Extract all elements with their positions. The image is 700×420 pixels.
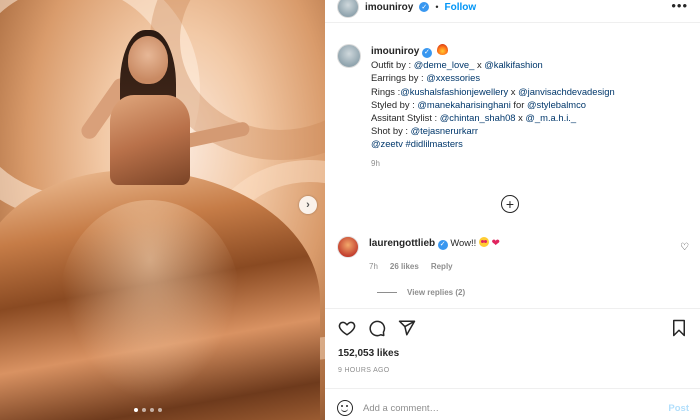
caption-mention-link[interactable]: @chintan_shah08 — [440, 112, 516, 123]
add-comment-bar: Post — [337, 398, 689, 418]
posted-time: 9 HOURS AGO — [338, 367, 390, 374]
caption-mention-link[interactable]: @kalkifashion — [484, 59, 543, 70]
caption-line: Rings :@kushalsfashionjewellery x @janvi… — [371, 85, 615, 98]
model-torso — [110, 95, 190, 185]
caption-mention-link[interactable]: @_m.a.h.i._ — [525, 112, 576, 123]
header-separator: • — [435, 2, 439, 12]
caption-line-prefix: Outfit by : — [371, 59, 414, 71]
caption-mention-link[interactable]: #didlilmasters — [406, 138, 463, 149]
carousel-dot — [134, 408, 138, 412]
caption-line: Styled by : @manekaharisinghani for @sty… — [371, 98, 615, 111]
avatar[interactable] — [337, 236, 359, 258]
post-image[interactable]: › — [0, 0, 325, 420]
view-replies-line — [377, 292, 397, 293]
caption-username[interactable]: imouniroy — [371, 46, 419, 57]
comment-item: laurengottlieb ✓ Wow!! ❤ 7h 26 likes Rep… — [337, 236, 689, 273]
caption-line-prefix: Rings : — [371, 85, 401, 97]
caption-mention-link[interactable]: @manekaharisinghani — [417, 99, 510, 110]
caption-joiner: for — [510, 98, 527, 110]
caption-joiner: x — [474, 59, 485, 71]
comment-likes[interactable]: 26 likes — [390, 260, 419, 273]
caption-line-prefix: Styled by : — [371, 98, 418, 110]
caption-mention-link[interactable]: @janvisachdevadesign — [518, 86, 615, 97]
caption-line-prefix: Assitant Stylist : — [371, 112, 440, 124]
caption-line: Assitant Stylist : @chintan_shah08 x @_m… — [371, 111, 615, 124]
post-actions — [337, 318, 689, 338]
heart-outline-icon[interactable]: ♡ — [680, 242, 689, 253]
caption-joiner: x — [508, 85, 519, 97]
verified-badge-icon: ✓ — [421, 47, 432, 58]
caption-line-prefix: Earrings by : — [371, 72, 427, 84]
caption-line: Outfit by : @deme_love_ x @kalkifashion — [371, 58, 615, 71]
caption-line-prefix: Shot by : — [371, 125, 411, 137]
post-caption: imouniroy ✓ Outfit by : @deme_love_ x @k… — [337, 44, 687, 170]
post-header: imouniroy ✓ • Follow — [337, 0, 476, 18]
verified-badge-icon: ✓ — [419, 2, 430, 12]
follow-button[interactable]: Follow — [445, 2, 477, 13]
actions-divider — [325, 308, 700, 309]
comment-meta: 7h 26 likes Reply — [369, 260, 500, 273]
more-horizontal-icon[interactable]: ••• — [671, 0, 688, 13]
header-username[interactable]: imouniroy — [365, 2, 413, 13]
carousel-dots — [134, 408, 162, 412]
fire-emoji-icon — [436, 44, 448, 55]
heart-eyes-emoji-icon — [478, 237, 489, 247]
caption-mention-link[interactable]: @xxessories — [426, 72, 480, 83]
header-divider — [325, 22, 700, 23]
emoji-picker-icon[interactable] — [337, 400, 353, 416]
bookmark-icon[interactable] — [669, 318, 689, 338]
view-replies-label: View replies (2) — [407, 288, 466, 297]
caption-line: @zeetv #didlilmasters — [371, 137, 615, 150]
verified-badge-icon: ✓ — [437, 239, 448, 250]
send-icon[interactable] — [397, 318, 417, 338]
comment-icon[interactable] — [367, 318, 387, 338]
comment-username[interactable]: laurengottlieb — [369, 238, 435, 249]
caption-mention-link[interactable]: @zeetv — [371, 138, 403, 149]
caption-mention-link[interactable]: @tejasnerurkarr — [411, 125, 478, 136]
caption-line: Earrings by : @xxessories — [371, 71, 615, 84]
caption-time: 9h — [371, 158, 380, 168]
view-replies-button[interactable]: View replies (2) — [377, 288, 465, 297]
avatar[interactable] — [337, 0, 359, 18]
avatar[interactable] — [337, 44, 361, 68]
gown-sheen — [60, 200, 240, 400]
add-comment-input[interactable] — [363, 402, 659, 414]
carousel-next-button[interactable]: › — [299, 196, 317, 214]
heart-outline-icon[interactable] — [337, 318, 357, 338]
likes-count[interactable]: 152,053 likes — [338, 348, 399, 359]
caption-mention-link[interactable]: @stylebalmco — [527, 99, 586, 110]
post-comment-button[interactable]: Post — [668, 403, 689, 414]
caption-mention-link[interactable]: @deme_love_ — [414, 59, 475, 70]
caption-mention-link[interactable]: @kushalsfashionjewellery — [400, 86, 508, 97]
post-panel: imouniroy ✓ • Follow ••• imouniroy ✓ Out… — [325, 0, 700, 420]
comment-text: Wow!! — [450, 237, 477, 248]
caption-joiner: x — [515, 112, 526, 124]
carousel-dot — [150, 408, 154, 412]
plus-circle-icon[interactable]: + — [501, 195, 519, 213]
caption-line: Shot by : @tejasnerurkarr — [371, 124, 615, 137]
chevron-right-icon: › — [306, 199, 310, 211]
red-heart-emoji-icon: ❤ — [491, 238, 500, 249]
carousel-dot — [142, 408, 146, 412]
comment-divider — [325, 388, 700, 389]
reply-button[interactable]: Reply — [431, 260, 453, 273]
carousel-dot — [158, 408, 162, 412]
comment-time: 7h — [369, 262, 378, 271]
model-head — [128, 36, 168, 84]
